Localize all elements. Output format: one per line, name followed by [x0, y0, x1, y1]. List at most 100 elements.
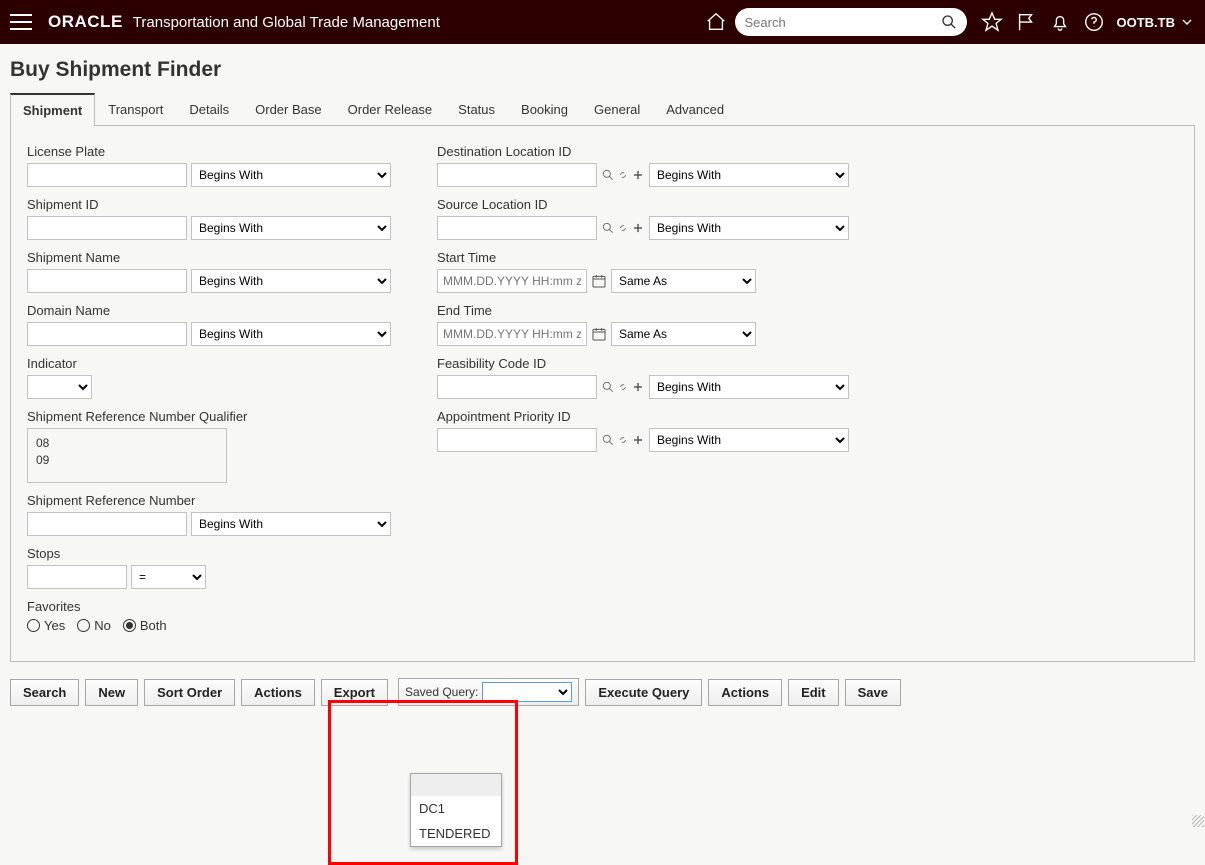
- dd-item-tendered[interactable]: TENDERED: [411, 821, 501, 846]
- shipment-name-op[interactable]: Begins With: [191, 269, 391, 293]
- tab-advanced[interactable]: Advanced: [653, 93, 737, 126]
- form-panel: License Plate Begins With Shipment ID Be…: [10, 126, 1195, 662]
- dd-item-blank[interactable]: [411, 774, 501, 796]
- global-search[interactable]: [735, 8, 967, 36]
- search-icon[interactable]: [601, 221, 615, 235]
- dd-item-dc1[interactable]: DC1: [411, 796, 501, 821]
- execute-query-button[interactable]: Execute Query: [585, 679, 702, 706]
- stops-input[interactable]: [27, 565, 127, 589]
- tab-booking[interactable]: Booking: [508, 93, 581, 126]
- bell-icon[interactable]: [1049, 11, 1071, 33]
- button-bar: Search New Sort Order Actions Export Sav…: [10, 678, 1195, 706]
- plus-icon[interactable]: [631, 433, 645, 447]
- end-time-op[interactable]: Same As: [611, 322, 756, 346]
- product-title: Transportation and Global Trade Manageme…: [133, 14, 440, 31]
- save-button[interactable]: Save: [845, 679, 901, 706]
- tab-order-release[interactable]: Order Release: [335, 93, 446, 126]
- flag-icon[interactable]: [1015, 11, 1037, 33]
- shipment-name-input[interactable]: [27, 269, 187, 293]
- brand-logo: ORACLE: [48, 12, 123, 32]
- home-icon[interactable]: [705, 11, 727, 33]
- ref-qualifier-list[interactable]: 08 09: [27, 428, 227, 483]
- search-icon[interactable]: [601, 433, 615, 447]
- new-button[interactable]: New: [85, 679, 138, 706]
- left-column: License Plate Begins With Shipment ID Be…: [27, 144, 397, 643]
- tab-details[interactable]: Details: [176, 93, 242, 126]
- label-shipment-id: Shipment ID: [27, 197, 397, 212]
- tab-order-base[interactable]: Order Base: [242, 93, 334, 126]
- feasibility-op[interactable]: Begins With: [649, 375, 849, 399]
- plus-icon[interactable]: [631, 168, 645, 182]
- label-ref-number: Shipment Reference Number: [27, 493, 397, 508]
- saved-query-dropdown: DC1 TENDERED: [410, 773, 502, 847]
- tab-general[interactable]: General: [581, 93, 653, 126]
- ref-number-input[interactable]: [27, 512, 187, 536]
- label-domain-name: Domain Name: [27, 303, 397, 318]
- search-icon[interactable]: [941, 14, 957, 30]
- favorites-yes[interactable]: Yes: [27, 618, 65, 633]
- label-end-time: End Time: [437, 303, 867, 318]
- help-icon[interactable]: [1083, 11, 1105, 33]
- search-icon[interactable]: [601, 380, 615, 394]
- list-item[interactable]: 09: [36, 452, 218, 469]
- menu-icon[interactable]: [10, 14, 32, 30]
- shipment-id-input[interactable]: [27, 216, 187, 240]
- resize-grip[interactable]: [1191, 814, 1205, 828]
- label-appt-priority: Appointment Priority ID: [437, 409, 867, 424]
- search-input[interactable]: [745, 15, 941, 30]
- ref-number-op[interactable]: Begins With: [191, 512, 391, 536]
- radio-label: No: [94, 618, 111, 633]
- search-icon[interactable]: [601, 168, 615, 182]
- feasibility-input[interactable]: [437, 375, 597, 399]
- user-label[interactable]: OOTB.TB: [1117, 15, 1176, 30]
- saved-query-label: Saved Query:: [405, 685, 478, 699]
- chevron-down-icon[interactable]: [1179, 14, 1195, 30]
- favorites-both[interactable]: Both: [123, 618, 167, 633]
- edit-button[interactable]: Edit: [788, 679, 839, 706]
- favorites-radios: Yes No Both: [27, 618, 397, 633]
- top-bar: ORACLE Transportation and Global Trade M…: [0, 0, 1205, 44]
- appt-priority-input[interactable]: [437, 428, 597, 452]
- tab-status[interactable]: Status: [445, 93, 508, 126]
- star-icon[interactable]: [981, 11, 1003, 33]
- radio-label: Both: [140, 618, 167, 633]
- tab-shipment[interactable]: Shipment: [10, 93, 95, 126]
- calendar-icon[interactable]: [591, 273, 607, 289]
- label-feasibility: Feasibility Code ID: [437, 356, 867, 371]
- search-button[interactable]: Search: [10, 679, 79, 706]
- license-plate-op[interactable]: Begins With: [191, 163, 391, 187]
- calendar-icon[interactable]: [591, 326, 607, 342]
- start-time-input[interactable]: [437, 269, 587, 293]
- src-loc-op[interactable]: Begins With: [649, 216, 849, 240]
- dest-loc-input[interactable]: [437, 163, 597, 187]
- tab-transport[interactable]: Transport: [95, 93, 176, 126]
- link-icon[interactable]: [616, 221, 630, 235]
- dest-loc-op[interactable]: Begins With: [649, 163, 849, 187]
- actions2-button[interactable]: Actions: [708, 679, 782, 706]
- domain-name-input[interactable]: [27, 322, 187, 346]
- domain-name-op[interactable]: Begins With: [191, 322, 391, 346]
- stops-op[interactable]: =: [131, 565, 206, 589]
- sort-order-button[interactable]: Sort Order: [144, 679, 235, 706]
- link-icon[interactable]: [616, 168, 630, 182]
- license-plate-input[interactable]: [27, 163, 187, 187]
- actions-button[interactable]: Actions: [241, 679, 315, 706]
- indicator-select[interactable]: [27, 375, 92, 399]
- export-button[interactable]: Export: [321, 679, 388, 706]
- link-icon[interactable]: [616, 380, 630, 394]
- appt-priority-op[interactable]: Begins With: [649, 428, 849, 452]
- plus-icon[interactable]: [631, 221, 645, 235]
- shipment-id-op[interactable]: Begins With: [191, 216, 391, 240]
- src-loc-input[interactable]: [437, 216, 597, 240]
- saved-query-select[interactable]: [482, 682, 572, 702]
- end-time-input[interactable]: [437, 322, 587, 346]
- list-item[interactable]: 08: [36, 435, 218, 452]
- link-icon[interactable]: [616, 433, 630, 447]
- label-license-plate: License Plate: [27, 144, 397, 159]
- start-time-op[interactable]: Same As: [611, 269, 756, 293]
- label-stops: Stops: [27, 546, 397, 561]
- page-title: Buy Shipment Finder: [10, 58, 1195, 82]
- plus-icon[interactable]: [631, 380, 645, 394]
- label-favorites: Favorites: [27, 599, 397, 614]
- favorites-no[interactable]: No: [77, 618, 111, 633]
